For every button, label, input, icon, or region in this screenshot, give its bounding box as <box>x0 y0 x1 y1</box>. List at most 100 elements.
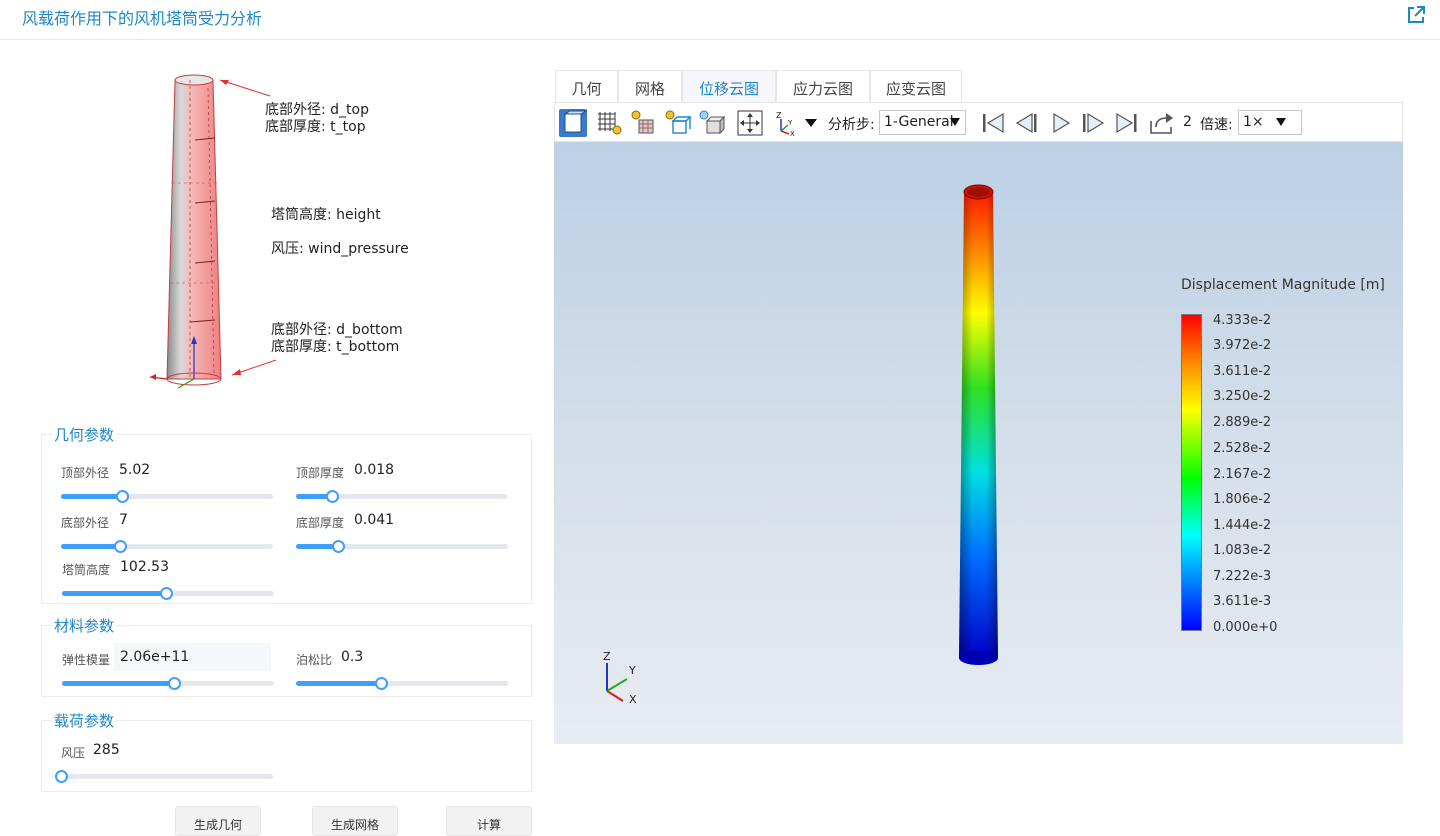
axis-orientation-icon[interactable]: Z Y X <box>773 109 801 137</box>
wind-pressure-label: 风压 <box>61 746 86 760</box>
top-thickness-input[interactable]: 0.018 <box>354 462 394 478</box>
height-slider[interactable] <box>62 587 274 600</box>
svg-text:Z: Z <box>776 111 782 120</box>
legend-tick: 2.528e-2 <box>1213 441 1272 456</box>
legend-tick: 1.806e-2 <box>1213 492 1272 507</box>
generate-geometry-button[interactable]: 生成几何 <box>175 806 261 836</box>
wind-pressure-slider[interactable] <box>55 770 273 783</box>
slider-handle[interactable] <box>374 677 388 690</box>
elastic-modulus-label: 弹性模量 <box>62 653 111 667</box>
mesh-light-icon[interactable] <box>595 109 623 137</box>
top-thickness-slider[interactable] <box>296 490 508 503</box>
poisson-label: 泊松比 <box>296 653 333 667</box>
wind-pressure-input[interactable]: 285 <box>93 742 120 758</box>
slider-handle[interactable] <box>159 587 173 600</box>
page-title: 风载荷作用下的风机塔筒受力分析 <box>22 9 263 28</box>
label-wind-pressure: 风压: wind_pressure <box>271 241 409 257</box>
play-icon[interactable] <box>1046 109 1074 137</box>
legend-tick: 3.250e-2 <box>1213 389 1272 404</box>
tab-displacement[interactable]: 位移云图 <box>682 70 776 102</box>
first-frame-icon[interactable] <box>979 109 1007 137</box>
tab-strain[interactable]: 应变云图 <box>870 70 962 102</box>
wireframe-cube-light-icon[interactable] <box>663 109 691 137</box>
top-diameter-input[interactable]: 5.02 <box>119 462 150 478</box>
last-frame-icon[interactable] <box>1113 109 1141 137</box>
height-input[interactable]: 102.53 <box>120 559 169 575</box>
view-cube-icon[interactable] <box>559 109 587 137</box>
geometry-panel-title: 几何参数 <box>52 424 117 445</box>
label-height: 塔筒高度: height <box>271 207 381 223</box>
solid-cube-light-icon[interactable] <box>697 109 725 137</box>
legend-title: Displacement Magnitude [m] <box>1181 277 1385 293</box>
legend-tick: 7.222e-3 <box>1213 569 1272 584</box>
fit-view-icon[interactable] <box>736 109 764 137</box>
elastic-modulus-input[interactable]: 2.06e+11 <box>120 649 189 665</box>
tower-displacement-model[interactable] <box>554 142 1403 744</box>
3d-viewport[interactable]: Z Y X <box>554 142 1403 744</box>
compute-button[interactable]: 计算 <box>446 806 532 836</box>
label-bottom-thickness: 底部厚度: t_bottom <box>271 339 400 355</box>
legend-tick: 3.611e-3 <box>1213 594 1272 609</box>
height-label: 塔筒高度 <box>62 563 111 577</box>
legend-tick: 1.083e-2 <box>1213 543 1272 558</box>
legend-tick: 2.889e-2 <box>1213 415 1272 430</box>
legend-tick: 4.333e-2 <box>1213 313 1272 328</box>
material-panel-title: 材料参数 <box>52 615 117 636</box>
slider-fill <box>296 681 381 686</box>
header: 风载荷作用下的风机塔筒受力分析 <box>0 0 1440 40</box>
geometry-panel <box>41 434 532 604</box>
speed-label: 倍速: <box>1200 117 1233 133</box>
generate-mesh-button[interactable]: 生成网格 <box>312 806 398 836</box>
axis-y-label: Y <box>628 664 636 677</box>
mesh-cube-light-icon[interactable] <box>629 109 657 137</box>
top-diameter-label: 顶部外径 <box>61 466 110 480</box>
poisson-slider[interactable] <box>296 677 508 690</box>
legend-tick: 1.444e-2 <box>1213 518 1272 533</box>
legend-tick: 2.167e-2 <box>1213 467 1272 482</box>
top-thickness-label: 顶部厚度 <box>296 466 345 480</box>
speed-select-value: 1× <box>1243 114 1264 130</box>
next-frame-icon[interactable] <box>1080 109 1108 137</box>
label-top-diameter: 底部外径: d_top <box>265 102 369 118</box>
legend-tick: 3.972e-2 <box>1213 338 1272 353</box>
bottom-thickness-slider[interactable] <box>296 540 508 553</box>
slider-fill <box>62 681 175 686</box>
axis-triad-icon: Z Y X <box>603 650 637 706</box>
frame-number: 2 <box>1183 114 1192 130</box>
bottom-diameter-slider[interactable] <box>61 540 273 553</box>
bottom-thickness-label: 底部厚度 <box>296 516 345 530</box>
load-panel-title: 载荷参数 <box>52 710 117 731</box>
step-label: 分析步: <box>828 117 875 133</box>
viewer-toolbar: Z Y X 分析步: 1-General 2 倍速: 1× <box>554 102 1403 142</box>
export-icon[interactable] <box>1147 109 1175 137</box>
poisson-input[interactable]: 0.3 <box>341 649 363 665</box>
slider-fill <box>62 591 166 596</box>
axis-z-label: Z <box>603 650 611 663</box>
legend-tick: 0.000e+0 <box>1213 620 1278 635</box>
tab-stress[interactable]: 应力云图 <box>776 70 870 102</box>
slider-handle[interactable] <box>326 490 340 503</box>
chevron-down-icon[interactable] <box>801 109 829 137</box>
bottom-diameter-label: 底部外径 <box>61 516 110 530</box>
legend-tick: 3.611e-2 <box>1213 364 1272 379</box>
top-diameter-slider[interactable] <box>61 490 273 503</box>
legend-color-bar <box>1181 314 1202 631</box>
step-select[interactable]: 1-General <box>879 110 966 135</box>
tab-mesh[interactable]: 网格 <box>618 70 682 102</box>
chevron-down-icon <box>1276 118 1286 126</box>
tower-diagram: 底部外径: d_top 底部厚度: t_top 塔筒高度: height 风压:… <box>140 68 450 398</box>
tab-geometry[interactable]: 几何 <box>555 70 618 102</box>
external-link-icon[interactable] <box>1406 5 1426 25</box>
label-top-thickness: 底部厚度: t_top <box>265 119 366 135</box>
bottom-thickness-input[interactable]: 0.041 <box>354 512 394 528</box>
bottom-diameter-input[interactable]: 7 <box>119 512 128 528</box>
speed-select[interactable]: 1× <box>1238 110 1302 135</box>
step-select-value: 1-General <box>884 114 954 130</box>
svg-text:X: X <box>790 130 795 137</box>
slider-handle[interactable] <box>55 770 68 783</box>
previous-frame-icon[interactable] <box>1012 109 1040 137</box>
chevron-down-icon <box>950 118 960 126</box>
axis-x-label: X <box>629 693 637 706</box>
elastic-modulus-slider[interactable] <box>62 677 274 690</box>
label-bottom-diameter: 底部外径: d_bottom <box>271 322 403 338</box>
